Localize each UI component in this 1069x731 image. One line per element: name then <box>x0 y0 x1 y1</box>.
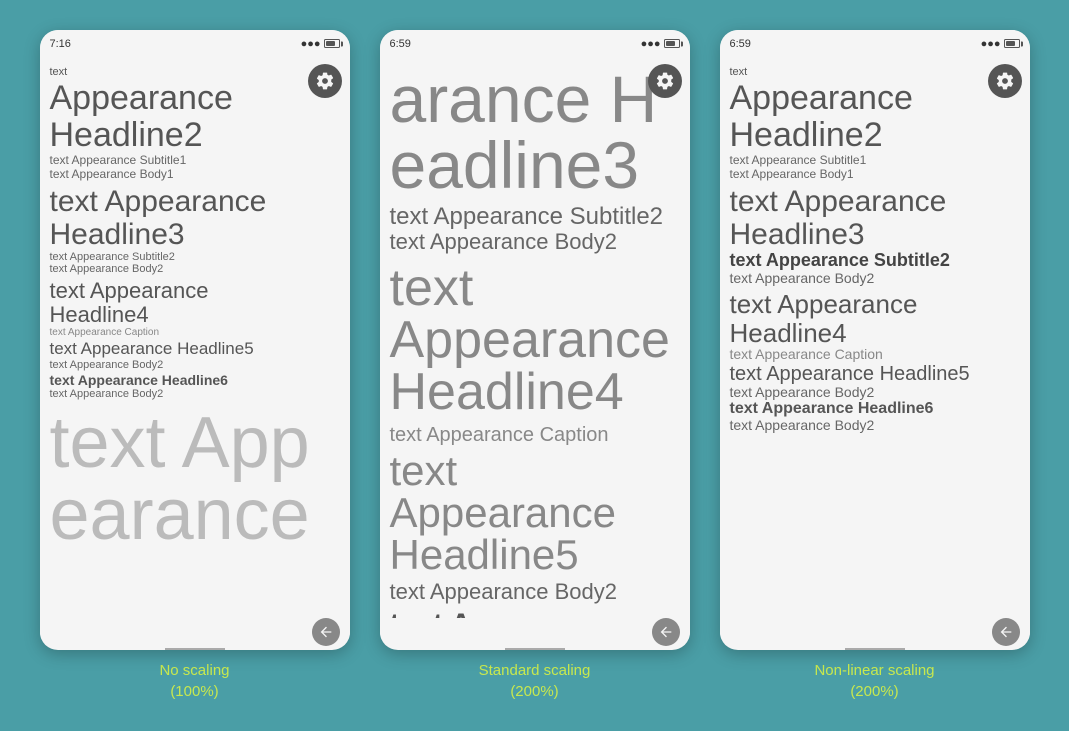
phone-content-3: text AppearanceHeadline2 text Appearance… <box>720 58 1030 618</box>
body2c-1: text Appearance Body2 <box>50 388 340 400</box>
bottom-line-2 <box>505 648 565 650</box>
headline6-3: text Appearance Headline6 <box>730 400 1020 418</box>
battery-icon-3 <box>1004 39 1020 48</box>
top-text-3: text <box>730 66 1020 78</box>
big-text-1: text Appearance <box>50 407 340 551</box>
headline6-2: text AppearanceHeadline6 <box>390 608 680 617</box>
back-button-1[interactable] <box>312 618 340 646</box>
gear-icon-3 <box>995 71 1015 91</box>
label-line2-2: (200%) <box>479 681 591 702</box>
battery-icon-1 <box>324 39 340 48</box>
headline2-big-2: arance Headline3 <box>390 66 680 198</box>
phone-wrapper-2: 6:59 ●●● arance Headline3 text Appearanc… <box>380 30 690 702</box>
body2b-2: text Appearance Body2 <box>390 580 680 604</box>
subtitle2-2: text Appearance Subtitle2 <box>390 204 680 230</box>
phone-frame-2: 6:59 ●●● arance Headline3 text Appearanc… <box>380 30 690 650</box>
bottom-bar-1 <box>40 618 350 646</box>
headline6-1: text Appearance Headline6 <box>50 373 340 388</box>
top-text-1: text <box>50 66 340 78</box>
phone-wrapper-3: 6:59 ●●● text AppearanceHeadline2 text A… <box>720 30 1030 702</box>
status-bar-1: 7:16 ●●● <box>40 30 350 58</box>
label-line2-1: (100%) <box>159 681 229 702</box>
headline2-1: AppearanceHeadline2 <box>50 80 340 155</box>
bottom-line-3 <box>845 648 905 650</box>
headline5-2: text AppearanceHeadline5 <box>390 450 680 576</box>
back-icon-3 <box>998 624 1014 640</box>
body2b-3: text Appearance Body2 <box>730 385 1020 400</box>
subtitle2-3: text Appearance Subtitle2 <box>730 251 1020 271</box>
phone-frame-3: 6:59 ●●● text AppearanceHeadline2 text A… <box>720 30 1030 650</box>
status-time-1: 7:16 <box>50 38 71 50</box>
back-icon-2 <box>658 624 674 640</box>
signal-icon-2: ●●● <box>641 38 661 50</box>
phone-wrapper-1: 7:16 ●●● text AppearanceHeadline2 text A… <box>40 30 350 702</box>
subtitle1-1: text Appearance Subtitle1 <box>50 154 340 167</box>
back-icon-1 <box>318 624 334 640</box>
label-line2-3: (200%) <box>814 681 934 702</box>
headline2-3: AppearanceHeadline2 <box>730 80 1020 155</box>
subtitle2-1: text Appearance Subtitle2 <box>50 251 340 263</box>
caption-1: text Appearance Caption <box>50 327 340 338</box>
phone-content-2: arance Headline3 text Appearance Subtitl… <box>380 58 690 618</box>
bottom-line-1 <box>165 648 225 650</box>
body2a-3: text Appearance Body2 <box>730 271 1020 286</box>
headline5-3: text Appearance Headline5 <box>730 363 1020 385</box>
battery-icon-2 <box>664 39 680 48</box>
label-line1-1: No scaling <box>159 660 229 681</box>
status-bar-2: 6:59 ●●● <box>380 30 690 58</box>
body1-3: text Appearance Body1 <box>730 168 1020 181</box>
phone-label-2: Standard scaling (200%) <box>479 660 591 702</box>
phone-label-1: No scaling (100%) <box>159 660 229 702</box>
headline4-2: textAppearanceHeadline4 <box>390 262 680 418</box>
gear-button-3[interactable] <box>988 64 1022 98</box>
status-icons-3: ●●● <box>981 38 1020 50</box>
back-button-3[interactable] <box>992 618 1020 646</box>
caption-3: text Appearance Caption <box>730 347 1020 362</box>
status-time-2: 6:59 <box>390 38 411 50</box>
status-icons-2: ●●● <box>641 38 680 50</box>
headline3-1: text AppearanceHeadline3 <box>50 185 340 251</box>
phone-content-1: text AppearanceHeadline2 text Appearance… <box>40 58 350 618</box>
gear-button-2[interactable] <box>648 64 682 98</box>
headline5-1: text Appearance Headline5 <box>50 340 340 359</box>
phone-label-3: Non-linear scaling (200%) <box>814 660 934 702</box>
gear-button-1[interactable] <box>308 64 342 98</box>
bottom-bar-3 <box>720 618 1030 646</box>
body1-1: text Appearance Body1 <box>50 168 340 181</box>
gear-icon-2 <box>655 71 675 91</box>
headline4-3: text AppearanceHeadline4 <box>730 290 1020 347</box>
signal-icon-3: ●●● <box>981 38 1001 50</box>
body2a-1: text Appearance Body2 <box>50 263 340 275</box>
phones-row: 7:16 ●●● text AppearanceHeadline2 text A… <box>40 30 1030 702</box>
phone-frame-1: 7:16 ●●● text AppearanceHeadline2 text A… <box>40 30 350 650</box>
body2b-1: text Appearance Body2 <box>50 359 340 371</box>
gear-icon-1 <box>315 71 335 91</box>
status-time-3: 6:59 <box>730 38 751 50</box>
caption-2: text Appearance Caption <box>390 424 680 446</box>
body2-2: text Appearance Body2 <box>390 230 680 254</box>
back-button-2[interactable] <box>652 618 680 646</box>
status-bar-3: 6:59 ●●● <box>720 30 1030 58</box>
subtitle1-3: text Appearance Subtitle1 <box>730 154 1020 167</box>
label-line1-3: Non-linear scaling <box>814 660 934 681</box>
headline3-3: text AppearanceHeadline3 <box>730 185 1020 251</box>
signal-icon-1: ●●● <box>301 38 321 50</box>
headline4-1: text AppearanceHeadline4 <box>50 279 340 327</box>
bottom-bar-2 <box>380 618 690 646</box>
status-icons-1: ●●● <box>301 38 340 50</box>
label-line1-2: Standard scaling <box>479 660 591 681</box>
body2c-3: text Appearance Body2 <box>730 418 1020 433</box>
